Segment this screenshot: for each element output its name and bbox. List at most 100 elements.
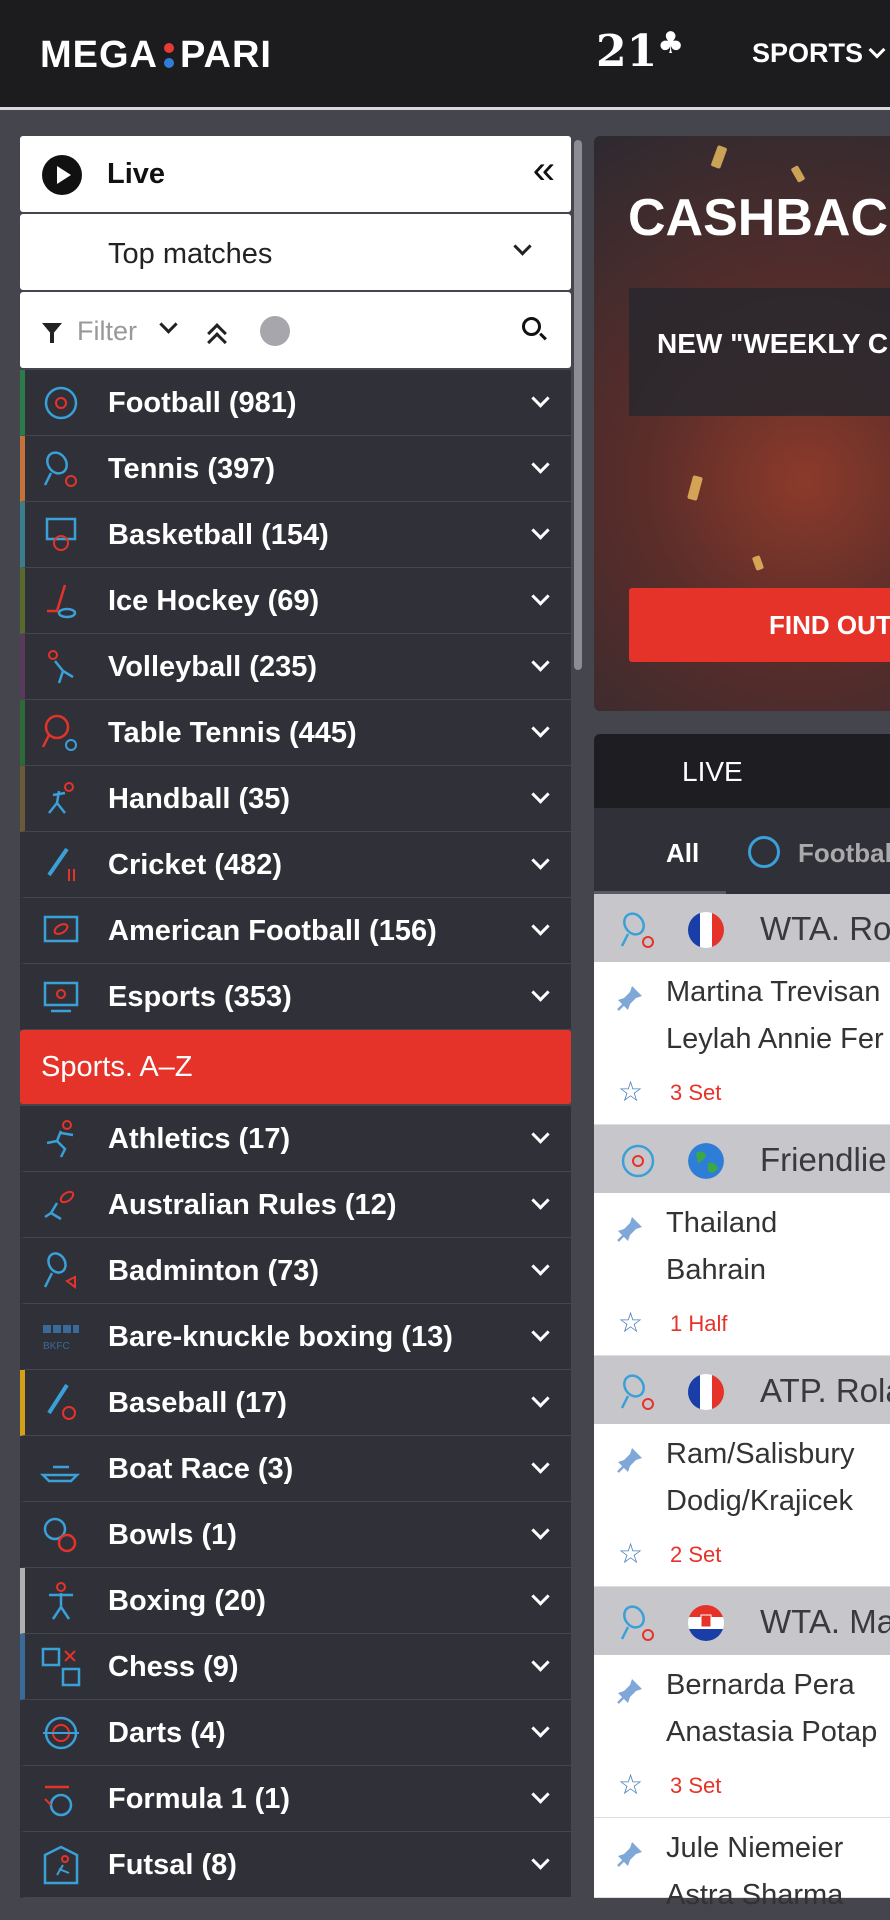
favorite-star-icon[interactable]: ☆ [618, 1540, 643, 1568]
match-row[interactable]: Ram/Salisbury Dodig/Krajicek ☆ 2 Set [594, 1424, 890, 1587]
sport-item-label: Chess (9) [108, 1651, 239, 1683]
pin-icon[interactable] [616, 1446, 644, 1474]
sport-item[interactable]: Table Tennis (445) [20, 700, 571, 766]
chevron-down-icon[interactable] [531, 1851, 550, 1870]
team-2-name: Anastasia Potap [666, 1716, 878, 1748]
chevron-down-icon[interactable] [531, 1455, 550, 1474]
filter-chevron-down-icon[interactable] [159, 315, 178, 334]
pin-icon[interactable] [616, 1840, 644, 1868]
sport-item-label: Darts (4) [108, 1717, 226, 1749]
league-header[interactable]: Friendlie [594, 1125, 890, 1193]
sport-item[interactable]: Badminton (73) [20, 1238, 571, 1304]
globe-icon[interactable] [260, 316, 290, 346]
sport-item[interactable]: Darts (4) [20, 1700, 571, 1766]
pin-icon[interactable] [616, 1677, 644, 1705]
league-header[interactable]: ATP. Rola [594, 1356, 890, 1424]
filter-input[interactable]: Filter [77, 316, 137, 347]
darts-icon [39, 1713, 83, 1753]
sports-a-z-header[interactable]: Sports. A–Z [20, 1030, 571, 1104]
league-header[interactable]: WTA. Ro [594, 894, 890, 962]
collapse-sidebar-icon[interactable]: « [533, 150, 555, 190]
live-section-header: LIVE [594, 734, 890, 808]
promo-banner[interactable]: CASHBAC NEW "WEEKLY C FIND OUT [594, 136, 890, 711]
team-2-name: Dodig/Krajicek [666, 1485, 853, 1517]
chevron-down-icon[interactable] [531, 1521, 550, 1540]
sport-item[interactable]: Australian Rules (12) [20, 1172, 571, 1238]
match-row[interactable]: Bernarda Pera Anastasia Potap ☆ 3 Set [594, 1655, 890, 1818]
chevron-down-icon[interactable] [531, 455, 550, 474]
sport-item[interactable]: BKFC Bare-knuckle boxing (13) [20, 1304, 571, 1370]
megapari-logo[interactable]: MEGA PARI [40, 30, 272, 80]
chevron-down-icon[interactable] [531, 389, 550, 408]
sport-item[interactable]: Baseball (17) [20, 1370, 571, 1436]
sport-item-label: Australian Rules (12) [108, 1189, 397, 1221]
sports-menu-label: SPORTS [752, 38, 864, 68]
chevron-down-icon[interactable] [531, 1125, 550, 1144]
team-2-name: Astra Sharma [666, 1879, 844, 1911]
tab-football[interactable]: Footbal [798, 838, 890, 869]
chevron-down-icon[interactable] [531, 1323, 550, 1342]
match-status: 3 Set [670, 1080, 722, 1105]
sports-menu[interactable]: SPORTS [752, 38, 886, 69]
sport-item[interactable]: Futsal (8) [20, 1832, 571, 1898]
league-header[interactable]: WTA. Ma [594, 1587, 890, 1655]
chevron-down-icon[interactable] [531, 1719, 550, 1738]
sport-item[interactable]: Football (981) [20, 370, 571, 436]
match-row[interactable]: Thailand Bahrain ☆ 1 Half [594, 1193, 890, 1356]
match-row[interactable]: Jule NiemeierAstra Sharma☆ [594, 1818, 890, 1911]
sport-item-label: Bare-knuckle boxing (13) [108, 1321, 453, 1353]
match-status: 1 Half [670, 1311, 728, 1336]
sidebar-scrollbar[interactable] [574, 140, 582, 670]
chevron-down-icon[interactable] [531, 1389, 550, 1408]
sport-item-label: Badminton (73) [108, 1255, 320, 1287]
sport-item[interactable]: Bowls (1) [20, 1502, 571, 1568]
favorite-star-icon[interactable]: ☆ [618, 1078, 643, 1106]
sport-item[interactable]: Cricket (482) [20, 832, 571, 898]
tennis-icon [616, 1603, 656, 1643]
chevron-down-icon[interactable] [531, 983, 550, 1002]
sport-item-label: Formula 1 (1) [108, 1783, 291, 1815]
sport-item[interactable]: Boat Race (3) [20, 1436, 571, 1502]
live-header[interactable]: Live « [20, 136, 571, 212]
chevron-down-icon[interactable] [531, 1257, 550, 1276]
chevron-down-icon[interactable] [531, 851, 550, 870]
badminton-icon [39, 1251, 83, 1291]
chevron-down-icon[interactable] [531, 1587, 550, 1606]
top-matches-dropdown[interactable]: Top matches [20, 214, 571, 290]
match-status: 2 Set [670, 1542, 722, 1567]
sport-item[interactable]: Basketball (154) [20, 502, 571, 568]
sport-item[interactable]: Athletics (17) [20, 1106, 571, 1172]
top-sports-list: Football (981) Tennis (397) Basketball (15… [20, 370, 571, 1030]
favorite-star-icon[interactable]: ☆ [618, 1771, 643, 1799]
chevron-down-icon[interactable] [531, 785, 550, 804]
match-row[interactable]: Martina Trevisan Leylah Annie Fer ☆ 3 Set [594, 962, 890, 1125]
sport-item[interactable]: Boxing (20) [20, 1568, 571, 1634]
chevron-down-icon[interactable] [531, 1785, 550, 1804]
chevron-down-icon[interactable] [531, 719, 550, 738]
pin-icon[interactable] [616, 1215, 644, 1243]
sport-item[interactable]: Volleyball (235) [20, 634, 571, 700]
sport-item[interactable]: Ice Hockey (69) [20, 568, 571, 634]
search-icon[interactable] [522, 317, 541, 336]
pin-icon[interactable] [616, 984, 644, 1012]
sport-item[interactable]: Handball (35) [20, 766, 571, 832]
chess-icon [39, 1647, 83, 1687]
chevron-down-icon[interactable] [531, 917, 550, 936]
chevron-down-icon[interactable] [531, 1653, 550, 1672]
sport-item[interactable]: Tennis (397) [20, 436, 571, 502]
sport-item[interactable]: Chess (9) [20, 1634, 571, 1700]
age-badge-text: 21 [596, 26, 658, 77]
chevron-down-icon[interactable] [531, 653, 550, 672]
sport-item-label: American Football (156) [108, 915, 437, 947]
sport-item[interactable]: Formula 1 (1) [20, 1766, 571, 1832]
chevron-down-icon[interactable] [531, 1191, 550, 1210]
chevron-down-icon[interactable] [531, 587, 550, 606]
ice-hockey-icon [39, 581, 83, 621]
tab-all[interactable]: All [666, 838, 699, 869]
chevron-down-icon[interactable] [531, 521, 550, 540]
france-flag-icon [688, 912, 724, 948]
find-out-button[interactable]: FIND OUT [629, 588, 890, 662]
sport-item[interactable]: Esports (353) [20, 964, 571, 1030]
favorite-star-icon[interactable]: ☆ [618, 1309, 643, 1337]
sport-item[interactable]: American Football (156) [20, 898, 571, 964]
